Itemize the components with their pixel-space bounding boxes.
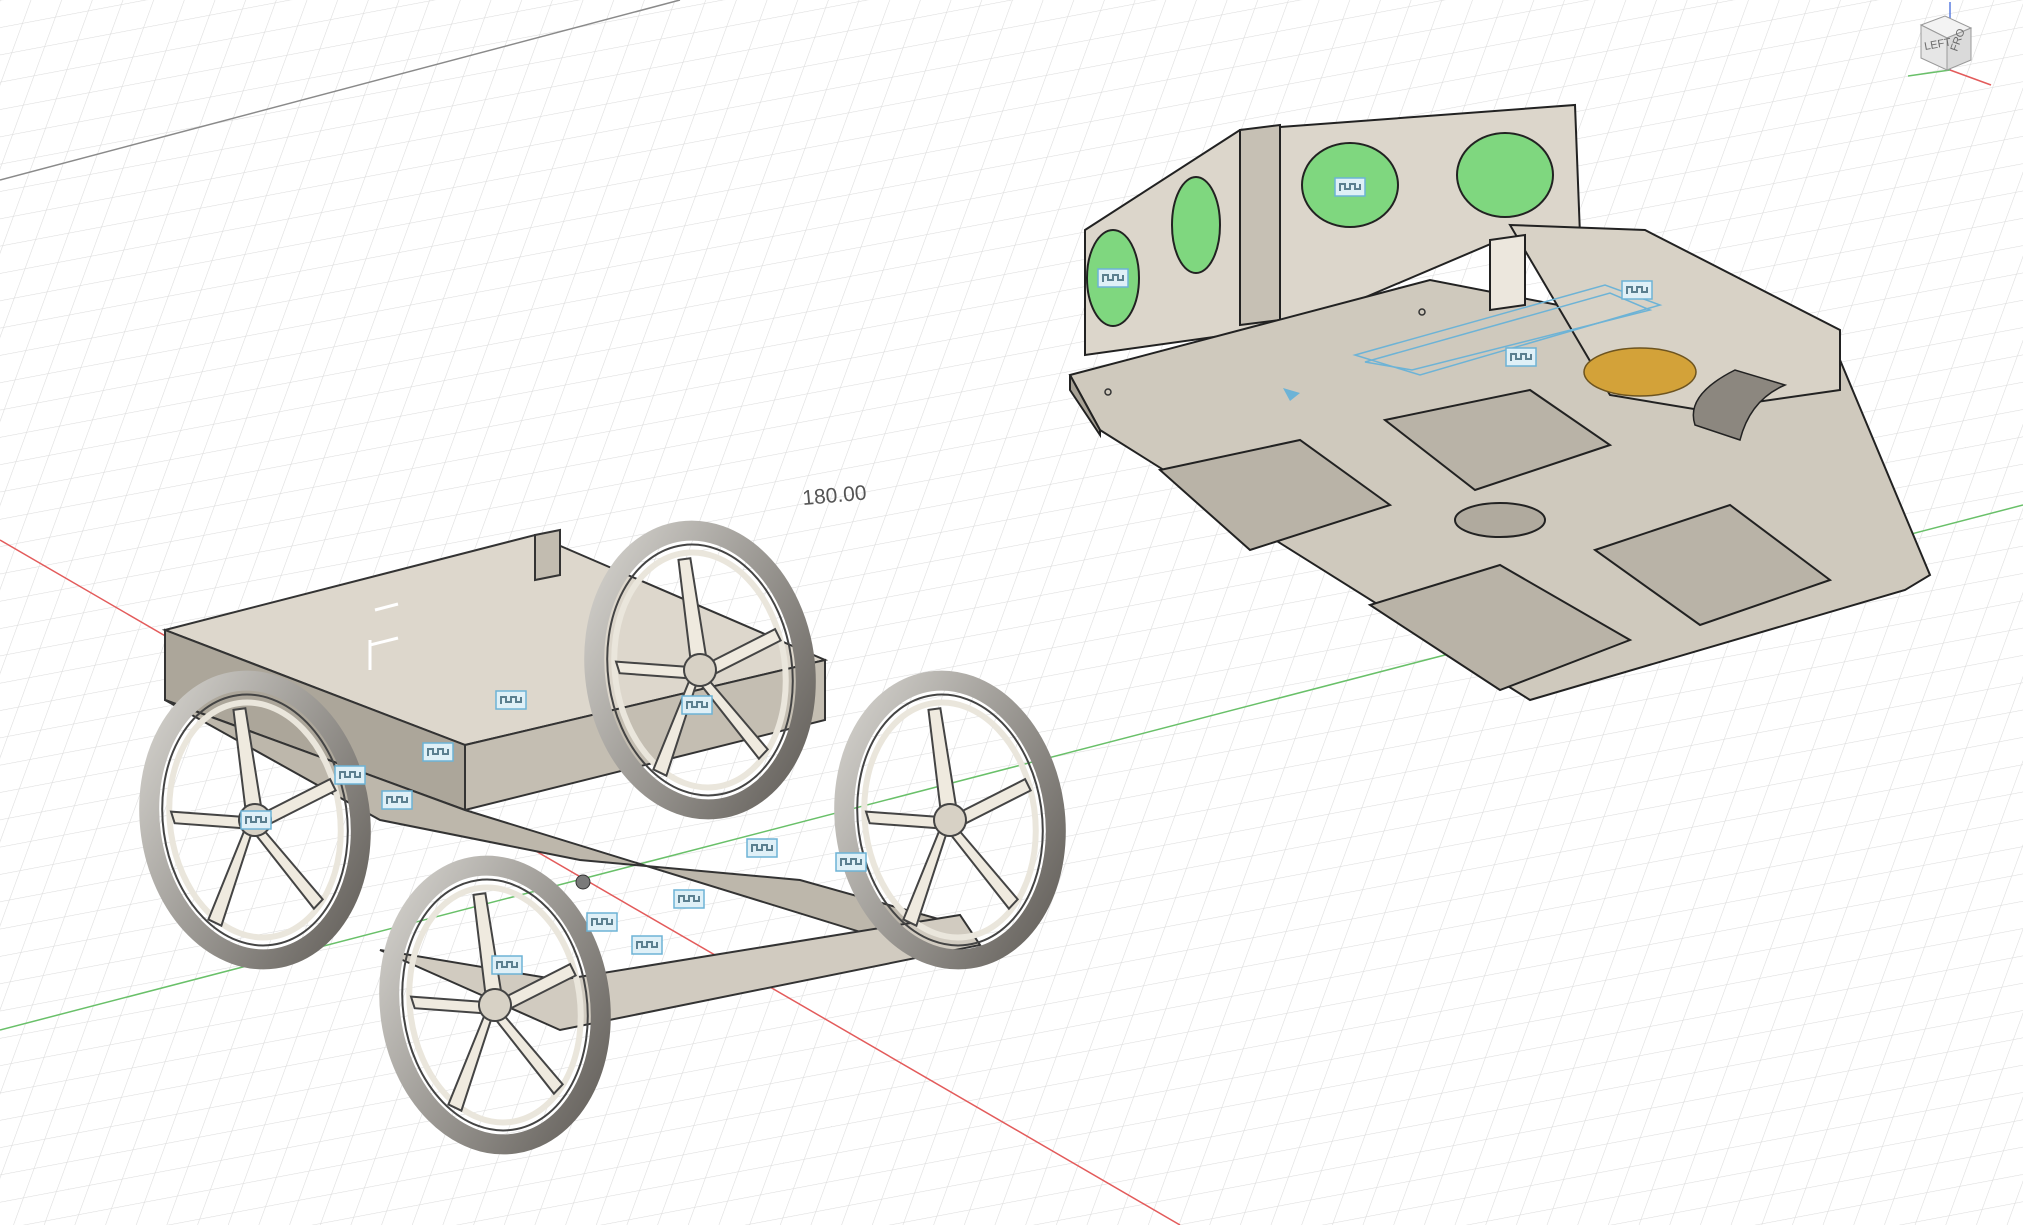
joint-icon[interactable] [381, 790, 413, 810]
joint-icon[interactable] [673, 889, 705, 909]
mount-hole-green-4[interactable] [1456, 132, 1554, 218]
mount-hole-green-2[interactable] [1171, 176, 1221, 274]
joint-icon[interactable] [491, 955, 523, 975]
3d-viewport[interactable]: 180.00 [0, 0, 2023, 1225]
joint-icon[interactable] [1097, 268, 1129, 288]
joint-icon[interactable] [495, 690, 527, 710]
joint-icon[interactable] [835, 852, 867, 872]
joint-icon[interactable] [422, 742, 454, 762]
joint-icon[interactable] [1505, 347, 1537, 367]
joint-icon[interactable] [631, 935, 663, 955]
joint-icon[interactable] [1334, 177, 1366, 197]
joint-icon[interactable] [586, 912, 618, 932]
bearing-part[interactable] [1583, 347, 1697, 397]
joint-icon[interactable] [334, 765, 366, 785]
hole-feature[interactable] [1454, 502, 1546, 538]
viewcube-icon[interactable]: LEFT FRO [1903, 0, 2023, 95]
origin-marker [575, 874, 591, 890]
viewcube-x-axis [1949, 69, 1992, 86]
joint-icon[interactable] [1621, 280, 1653, 300]
viewcube-y-axis [1907, 69, 1951, 77]
joint-icon[interactable] [746, 838, 778, 858]
joint-icon[interactable] [681, 695, 713, 715]
joint-icon[interactable] [240, 810, 272, 830]
